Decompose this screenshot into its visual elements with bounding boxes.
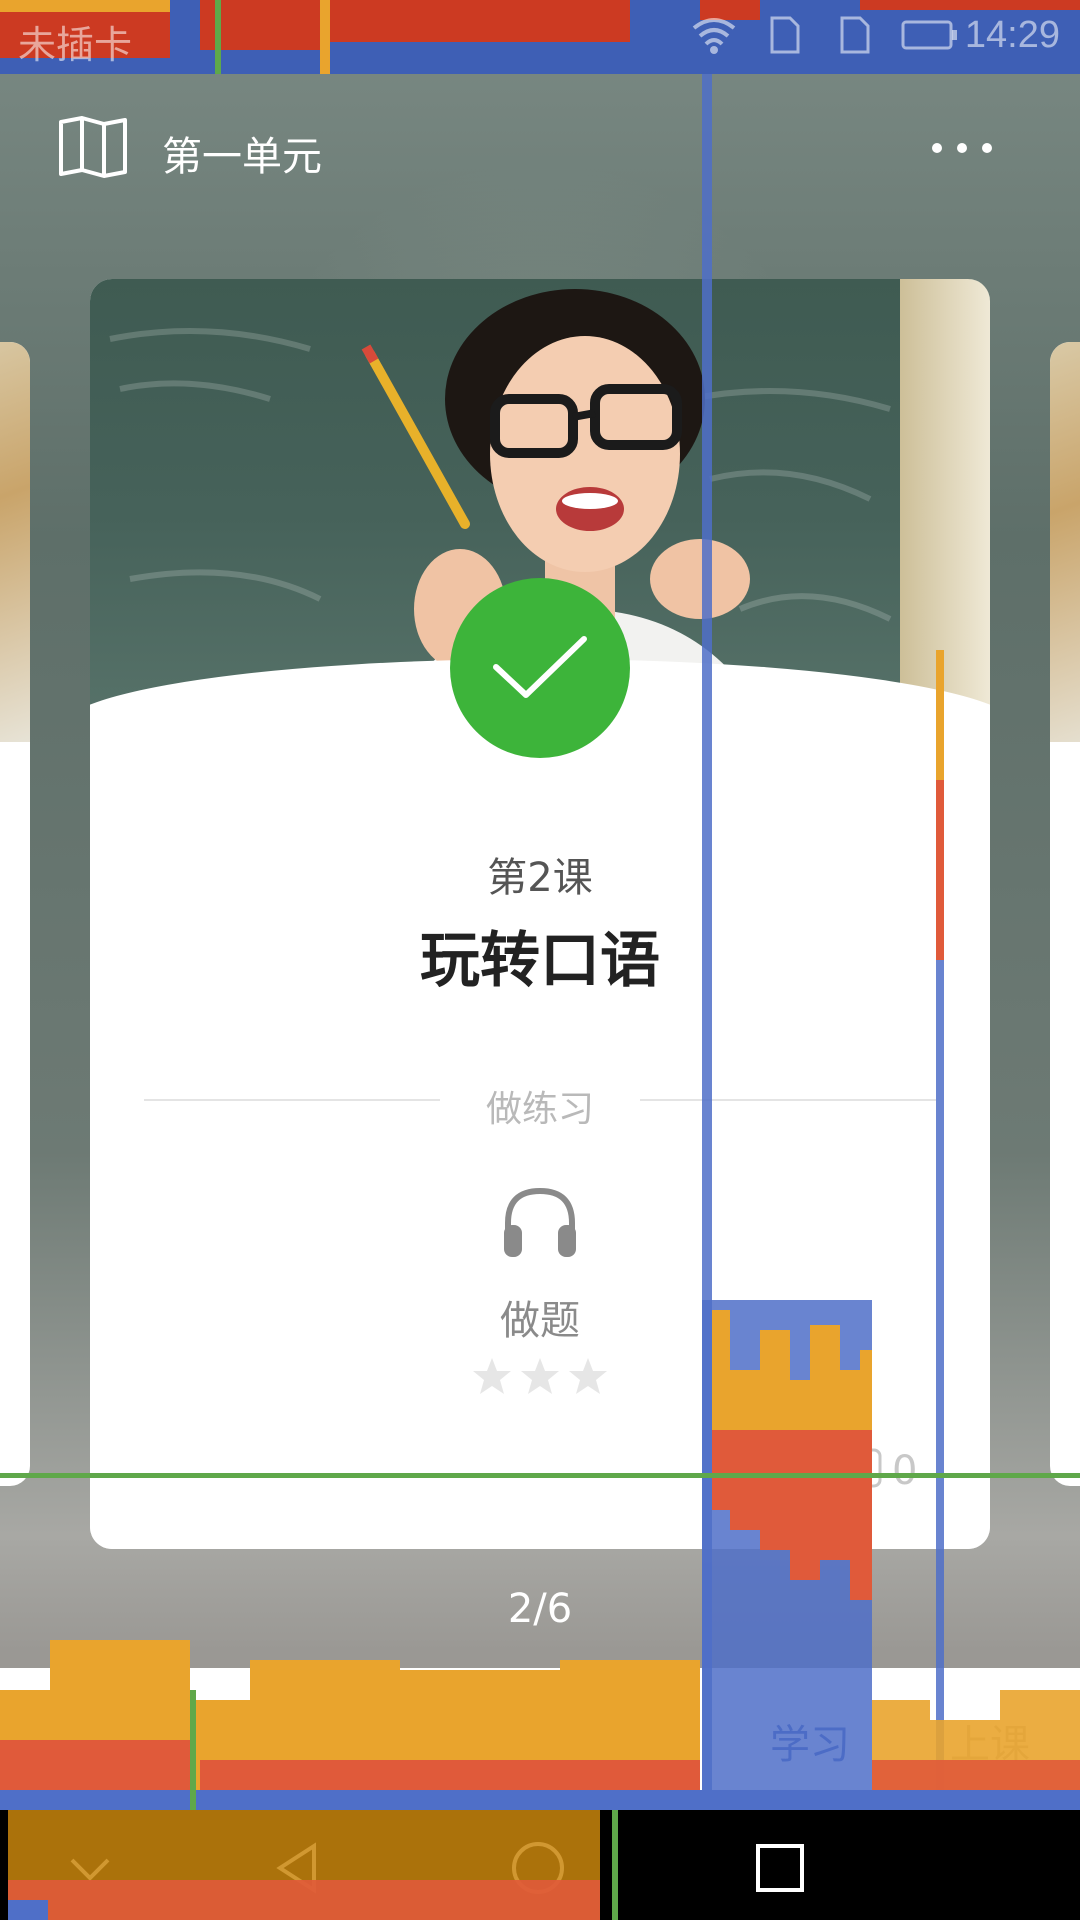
comment-icon[interactable] xyxy=(824,1446,884,1494)
next-lesson-card[interactable] xyxy=(1050,342,1080,1486)
more-icon xyxy=(932,143,942,153)
system-navigation-bar xyxy=(0,1810,1080,1920)
back-triangle-icon[interactable] xyxy=(270,1840,326,1896)
star-icon xyxy=(473,1358,511,1394)
lesson-photo xyxy=(1050,342,1080,742)
active-tab-indicator xyxy=(720,1800,900,1806)
divider xyxy=(144,1099,440,1101)
app-header: 第一单元 xyxy=(0,74,1080,224)
divider xyxy=(640,1099,936,1101)
comment-count: 0 xyxy=(892,1448,918,1494)
lesson-title: 玩转口语 xyxy=(420,926,660,996)
home-circle-icon[interactable] xyxy=(510,1840,566,1896)
sim-card-icon xyxy=(770,16,800,54)
status-icons xyxy=(690,14,960,56)
star-icon xyxy=(521,1358,559,1394)
clock: 14:29 xyxy=(964,14,1060,56)
more-icon-dot xyxy=(957,143,967,153)
recent-square-icon[interactable] xyxy=(752,1840,808,1896)
previous-lesson-card[interactable] xyxy=(0,342,30,1486)
checkmark-icon xyxy=(493,636,587,698)
battery-icon xyxy=(901,20,957,50)
page-indicator: 2/6 xyxy=(507,1586,573,1632)
status-bar: 未插卡 14:29 xyxy=(0,0,1080,74)
lesson-photo xyxy=(0,342,30,742)
bottom-tab-bar: 学习 上课 xyxy=(0,1668,1080,1810)
carrier-label: 未插卡 xyxy=(18,25,133,67)
section-label: 做练习 xyxy=(485,1089,594,1130)
more-options-button[interactable] xyxy=(920,126,1004,170)
more-icon-dot xyxy=(982,143,992,153)
chevron-down-icon[interactable] xyxy=(62,1840,118,1896)
exercise-button-label[interactable]: 做题 xyxy=(440,1288,640,1346)
star-icon xyxy=(569,1358,607,1394)
lesson-complete-badge xyxy=(450,578,630,758)
star-rating xyxy=(472,1356,608,1396)
sim-card-icon xyxy=(840,16,870,54)
book-icon[interactable] xyxy=(58,116,128,178)
chevron-left-icon[interactable] xyxy=(56,1714,106,1774)
wifi-icon xyxy=(692,18,736,54)
tab-class[interactable]: 上课 xyxy=(950,1712,1030,1770)
window-light xyxy=(900,279,990,749)
lesson-number: 第2课 xyxy=(487,855,593,901)
unit-title: 第一单元 xyxy=(162,134,322,180)
tab-study[interactable]: 学习 xyxy=(770,1712,850,1770)
headphones-icon[interactable] xyxy=(500,1185,580,1261)
